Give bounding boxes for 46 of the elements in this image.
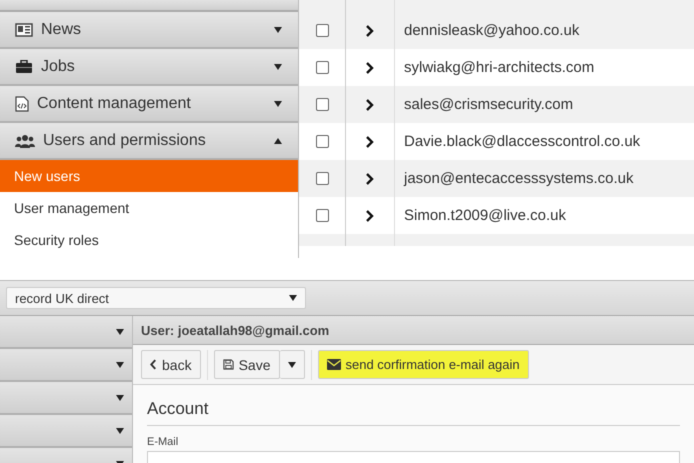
row-checkbox[interactable]: [316, 98, 328, 111]
user-title: User: joeatallah98@gmail.com: [141, 322, 330, 338]
email-cell: Simon.t2009@live.co.uk: [404, 206, 566, 224]
sidebar-group[interactable]: News: [0, 12, 298, 49]
email-cell: sylwiakg@hri-architects.com: [404, 58, 594, 76]
expand-caret-icon: [116, 428, 124, 434]
expand-caret-icon: [116, 362, 124, 368]
sidebar-group-label: Content management: [37, 94, 192, 112]
sidebar-group-label: Jobs: [41, 58, 76, 76]
envelope-icon: [326, 359, 340, 370]
site-dropdown[interactable]: record UK direct: [6, 287, 306, 309]
save-options-button[interactable]: [280, 350, 304, 379]
row-checkbox[interactable]: [316, 209, 328, 222]
sidebar-group[interactable]: Jobs: [0, 49, 298, 86]
row-checkbox[interactable]: [316, 61, 328, 74]
sidebar-group-label: Users and permissions: [43, 132, 207, 150]
chevron-left-icon: [150, 359, 157, 370]
row-checkbox[interactable]: [316, 24, 328, 37]
section-title: Account: [147, 399, 680, 426]
back-button[interactable]: back: [141, 350, 201, 379]
chevron-right-icon[interactable]: [366, 210, 374, 222]
field-label: E-Mail: [147, 436, 180, 448]
expand-caret-icon: [116, 394, 124, 400]
sidebar-group[interactable]: Content management: [0, 86, 298, 123]
briefcase-icon: [15, 60, 33, 74]
chevron-right-icon[interactable]: [366, 172, 374, 184]
users-icon: [15, 134, 35, 148]
newspaper-icon: [15, 22, 33, 36]
code-file-icon: [15, 96, 29, 112]
chevron-right-icon[interactable]: [366, 24, 374, 36]
chevron-right-icon[interactable]: [366, 136, 374, 148]
email-cell: jason@entecaccesssystems.co.uk: [404, 170, 634, 186]
email-cell: dennisleask@yahoo.co.uk: [404, 22, 580, 38]
email-cell: sales@crismsecurity.com: [404, 96, 574, 112]
row-checkbox[interactable]: [316, 172, 328, 185]
caret-down-icon: [288, 362, 296, 368]
email-cell: Davie.black@dlaccesscontrol.co.uk: [404, 132, 640, 150]
row-checkbox[interactable]: [316, 135, 328, 148]
chevron-right-icon[interactable]: [366, 62, 374, 74]
sidebar-group-label: News: [41, 20, 82, 38]
save-button[interactable]: Save: [214, 350, 280, 379]
expand-caret-icon: [116, 328, 124, 334]
send-confirmation-button[interactable]: send corfirmation e-mail again: [318, 350, 529, 379]
chevron-right-icon[interactable]: [366, 98, 374, 110]
caret-down-icon: [289, 295, 297, 301]
sidebar-group[interactable]: Users and permissions: [0, 123, 298, 160]
